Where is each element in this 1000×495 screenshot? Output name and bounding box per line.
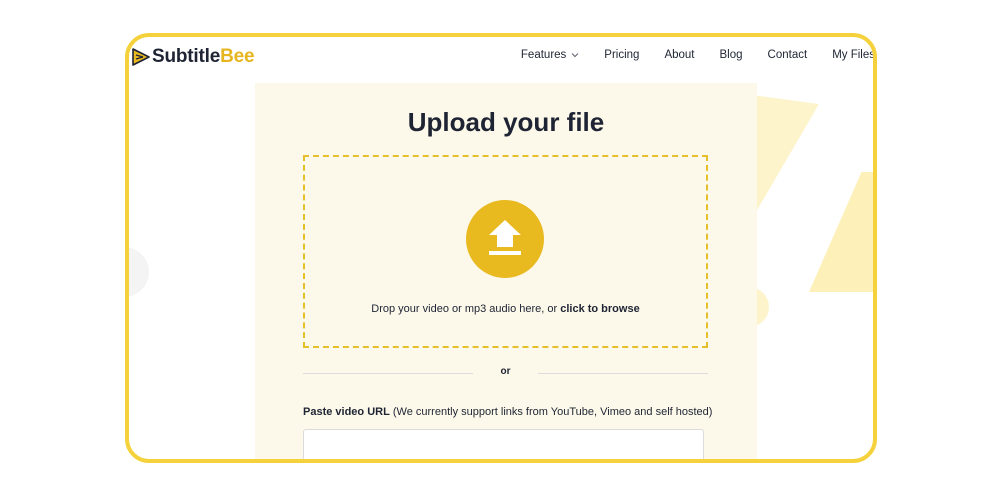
site-header: SubtitleBee Features Pricing About Blog …	[129, 37, 873, 79]
nav-features-label: Features	[520, 49, 567, 61]
logo-text-bee: Bee	[220, 46, 255, 67]
browse-link[interactable]: click to browse	[560, 303, 639, 315]
nav-blog[interactable]: Blog	[720, 49, 743, 61]
nav-features[interactable]: Features	[521, 49, 579, 61]
url-label-note: (We currently support links from YouTube…	[389, 406, 713, 418]
url-label-title: Paste video URL	[303, 406, 390, 418]
play-triangle-icon	[132, 48, 150, 66]
upload-arrow-icon	[489, 220, 521, 255]
main-nav: Features Pricing About Blog Contact My F…	[521, 49, 873, 61]
dropzone-text: Drop your video or mp3 audio here, or	[371, 303, 561, 315]
divider-line	[538, 373, 708, 374]
or-divider: or	[303, 366, 708, 380]
decorative-triangle	[809, 172, 873, 292]
file-dropzone[interactable]: Drop your video or mp3 audio here, or cl…	[303, 155, 708, 348]
page-title: Upload your file	[407, 107, 605, 137]
logo-text: SubtitleBee	[152, 46, 255, 68]
nav-contact[interactable]: Contact	[768, 49, 808, 61]
nav-pricing[interactable]: Pricing	[604, 49, 639, 61]
upload-card: Upload your file Drop your video or mp3 …	[255, 83, 757, 459]
or-label: or	[500, 366, 511, 377]
url-field-label: Paste video URL (We currently support li…	[303, 406, 712, 418]
browser-frame: SubtitleBee Features Pricing About Blog …	[125, 33, 877, 463]
video-url-input[interactable]	[303, 429, 704, 459]
dropzone-instructions: Drop your video or mp3 audio here, or cl…	[305, 303, 706, 315]
nav-my-files[interactable]: My Files	[832, 49, 873, 61]
upload-button[interactable]	[466, 200, 544, 278]
nav-about[interactable]: About	[664, 49, 694, 61]
chevron-down-icon	[571, 53, 579, 58]
logo[interactable]: SubtitleBee	[132, 46, 255, 68]
decorative-circle	[129, 247, 149, 297]
logo-text-subtitle: Subtitle	[152, 46, 221, 67]
